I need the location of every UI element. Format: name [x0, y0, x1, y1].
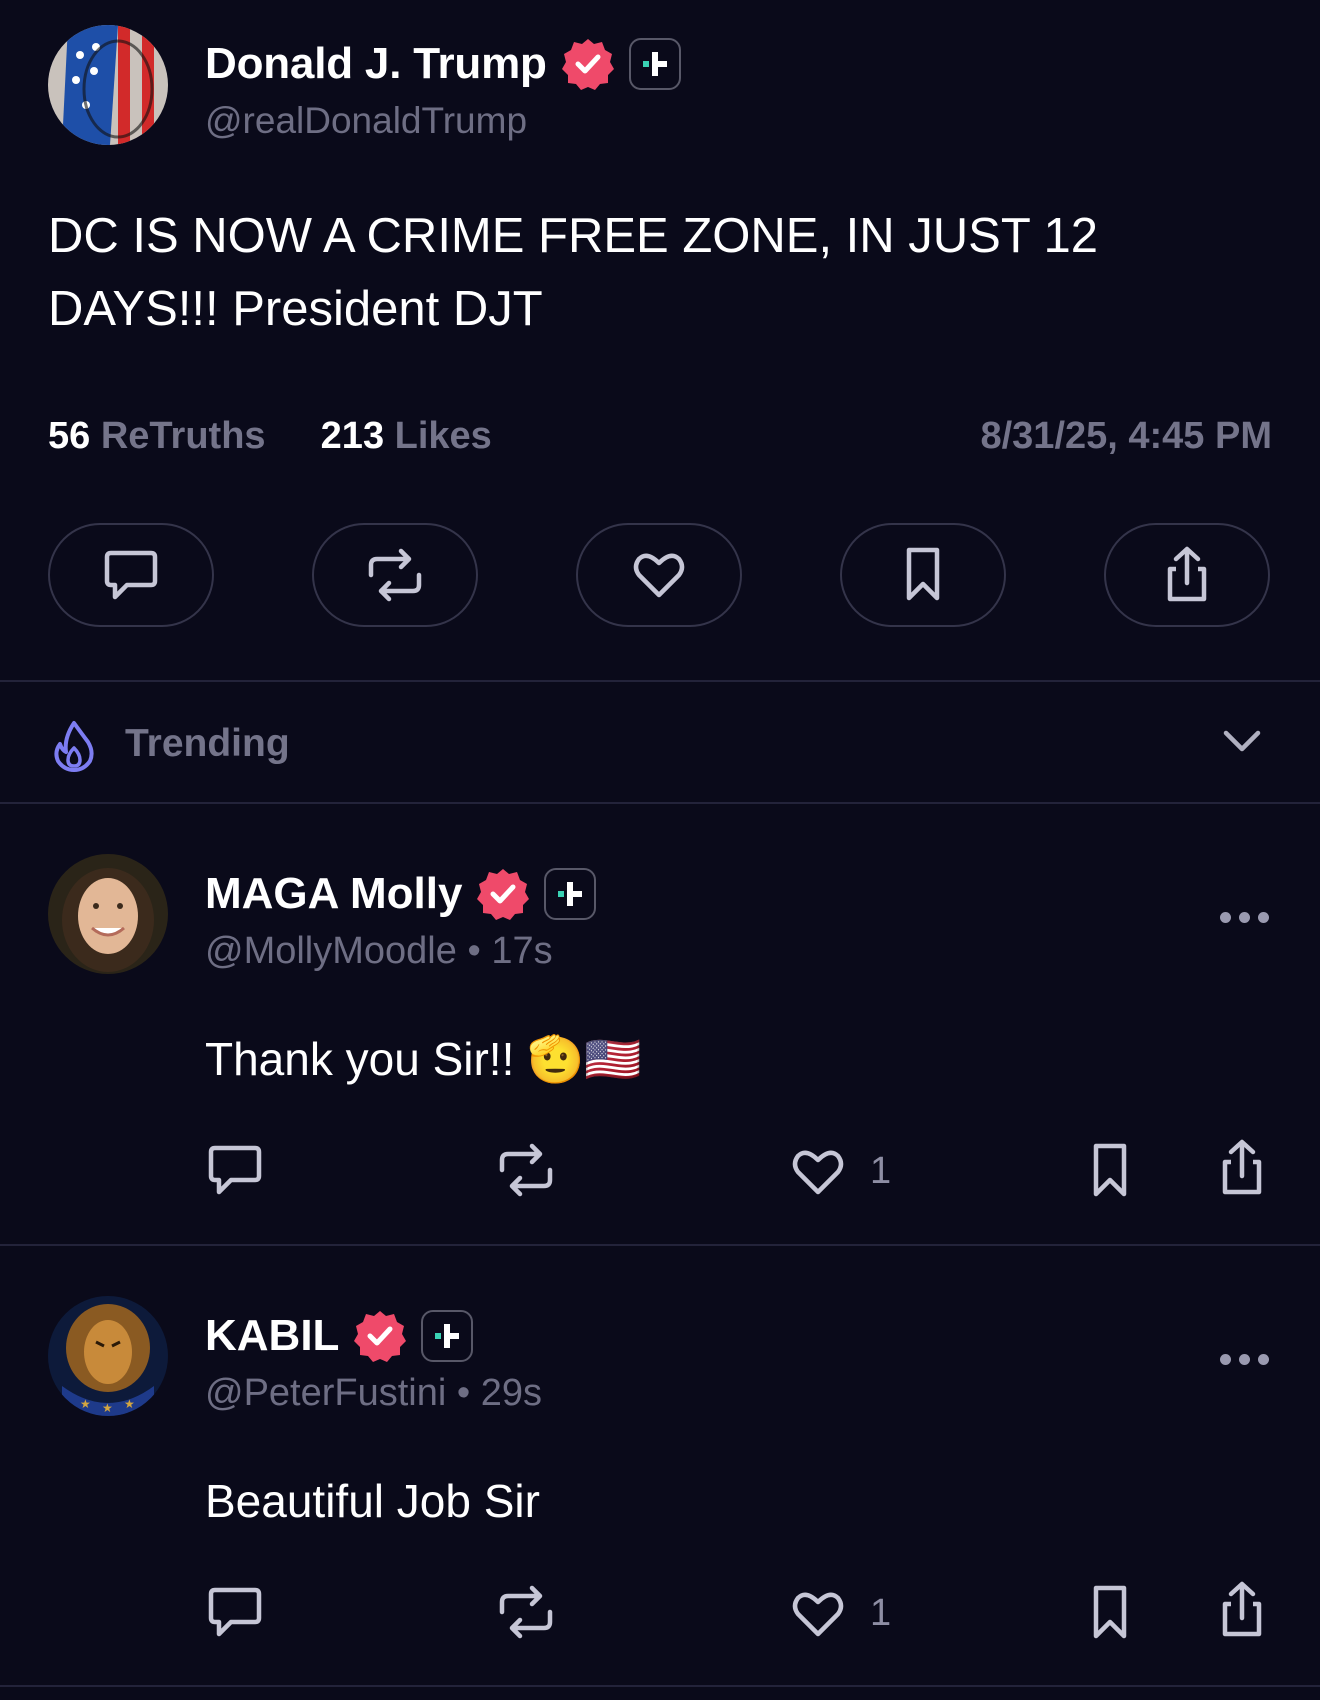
- reply-handle-line: @MollyMoodle • 17s: [205, 930, 553, 973]
- reply-icon[interactable]: [205, 1142, 265, 1198]
- post-stats: 56 ReTruths 213 Likes: [48, 415, 492, 458]
- heart-icon[interactable]: [790, 1588, 846, 1640]
- post-text: DC IS NOW A CRIME FREE ZONE, IN JUST 12 …: [48, 200, 1268, 346]
- share-button[interactable]: [1104, 523, 1270, 627]
- author-avatar[interactable]: [48, 25, 168, 145]
- reply-item[interactable]: ★ ★ ★ KABIL @PeterFustini • 29s Beautifu…: [0, 1246, 1320, 1686]
- retruth-icon[interactable]: [494, 1142, 558, 1198]
- bookmark-icon[interactable]: [1088, 1142, 1132, 1200]
- chevron-down-icon: [1223, 730, 1261, 752]
- like-button[interactable]: [576, 523, 742, 627]
- reply-age: • 29s: [456, 1372, 543, 1414]
- truth-plus-icon: [544, 868, 597, 920]
- more-options-icon[interactable]: [1220, 912, 1269, 923]
- reply-age: • 17s: [467, 930, 553, 972]
- verified-badge-icon: [476, 867, 530, 921]
- more-options-icon[interactable]: [1220, 1354, 1269, 1365]
- reply-author-handle[interactable]: @MollyMoodle: [205, 930, 457, 972]
- bookmark-icon[interactable]: [1088, 1584, 1132, 1642]
- author-name[interactable]: Donald J. Trump: [205, 39, 547, 89]
- truth-plus-icon: [421, 1310, 474, 1362]
- salute-flag-emoji: 🫡🇺🇸: [527, 1033, 642, 1085]
- reply-text: Beautiful Job Sir: [205, 1475, 540, 1527]
- reply-author-name[interactable]: MAGA Molly: [205, 869, 462, 919]
- reply-author-name[interactable]: KABIL: [205, 1311, 339, 1361]
- verified-badge-icon: [561, 37, 615, 91]
- retruth-icon: [368, 548, 422, 602]
- reply-avatar[interactable]: [48, 854, 168, 974]
- svg-text:★: ★: [124, 1397, 135, 1411]
- heart-icon[interactable]: [790, 1146, 846, 1198]
- share-icon[interactable]: [1217, 1138, 1267, 1198]
- retruth-button[interactable]: [312, 523, 478, 627]
- share-icon[interactable]: [1217, 1580, 1267, 1640]
- post-text-line-1: DC IS NOW A CRIME FREE ZONE, IN JUST 12: [48, 209, 1099, 263]
- verified-badge-icon: [353, 1309, 407, 1363]
- heart-icon: [633, 553, 685, 598]
- svg-text:★: ★: [80, 1397, 91, 1411]
- post-text-line-2: DAYS!!! President DJT: [48, 282, 543, 336]
- reply-text: Thank you Sir!! 🫡🇺🇸: [205, 1033, 642, 1085]
- reply-item[interactable]: MAGA Molly @MollyMoodle • 17s Thank you …: [0, 804, 1320, 1244]
- retruth-icon[interactable]: [494, 1584, 558, 1640]
- svg-text:★: ★: [102, 1401, 113, 1415]
- truth-plus-icon: [628, 38, 681, 90]
- likes-stat[interactable]: 213 Likes: [321, 415, 492, 457]
- post-timestamp: 8/31/25, 4:45 PM: [980, 415, 1272, 457]
- like-count: 1: [870, 1592, 892, 1634]
- reply-handle-line: @PeterFustini • 29s: [205, 1372, 542, 1415]
- reply-avatar[interactable]: ★ ★ ★: [48, 1296, 168, 1416]
- flame-icon: [54, 721, 94, 772]
- reply-icon[interactable]: [205, 1584, 265, 1640]
- divider: [0, 1685, 1320, 1687]
- reply-icon: [104, 550, 158, 600]
- like-count: 1: [870, 1150, 892, 1192]
- share-icon: [1167, 546, 1207, 602]
- retruths-stat[interactable]: 56 ReTruths: [48, 415, 266, 457]
- trending-sort-selector[interactable]: Trending: [0, 682, 1320, 802]
- reply-author-handle[interactable]: @PeterFustini: [205, 1372, 446, 1414]
- bookmark-button[interactable]: [840, 523, 1006, 627]
- reply-button[interactable]: [48, 523, 214, 627]
- trending-label: Trending: [125, 722, 290, 765]
- bookmark-icon: [906, 547, 940, 601]
- author-handle[interactable]: @realDonaldTrump: [205, 100, 527, 142]
